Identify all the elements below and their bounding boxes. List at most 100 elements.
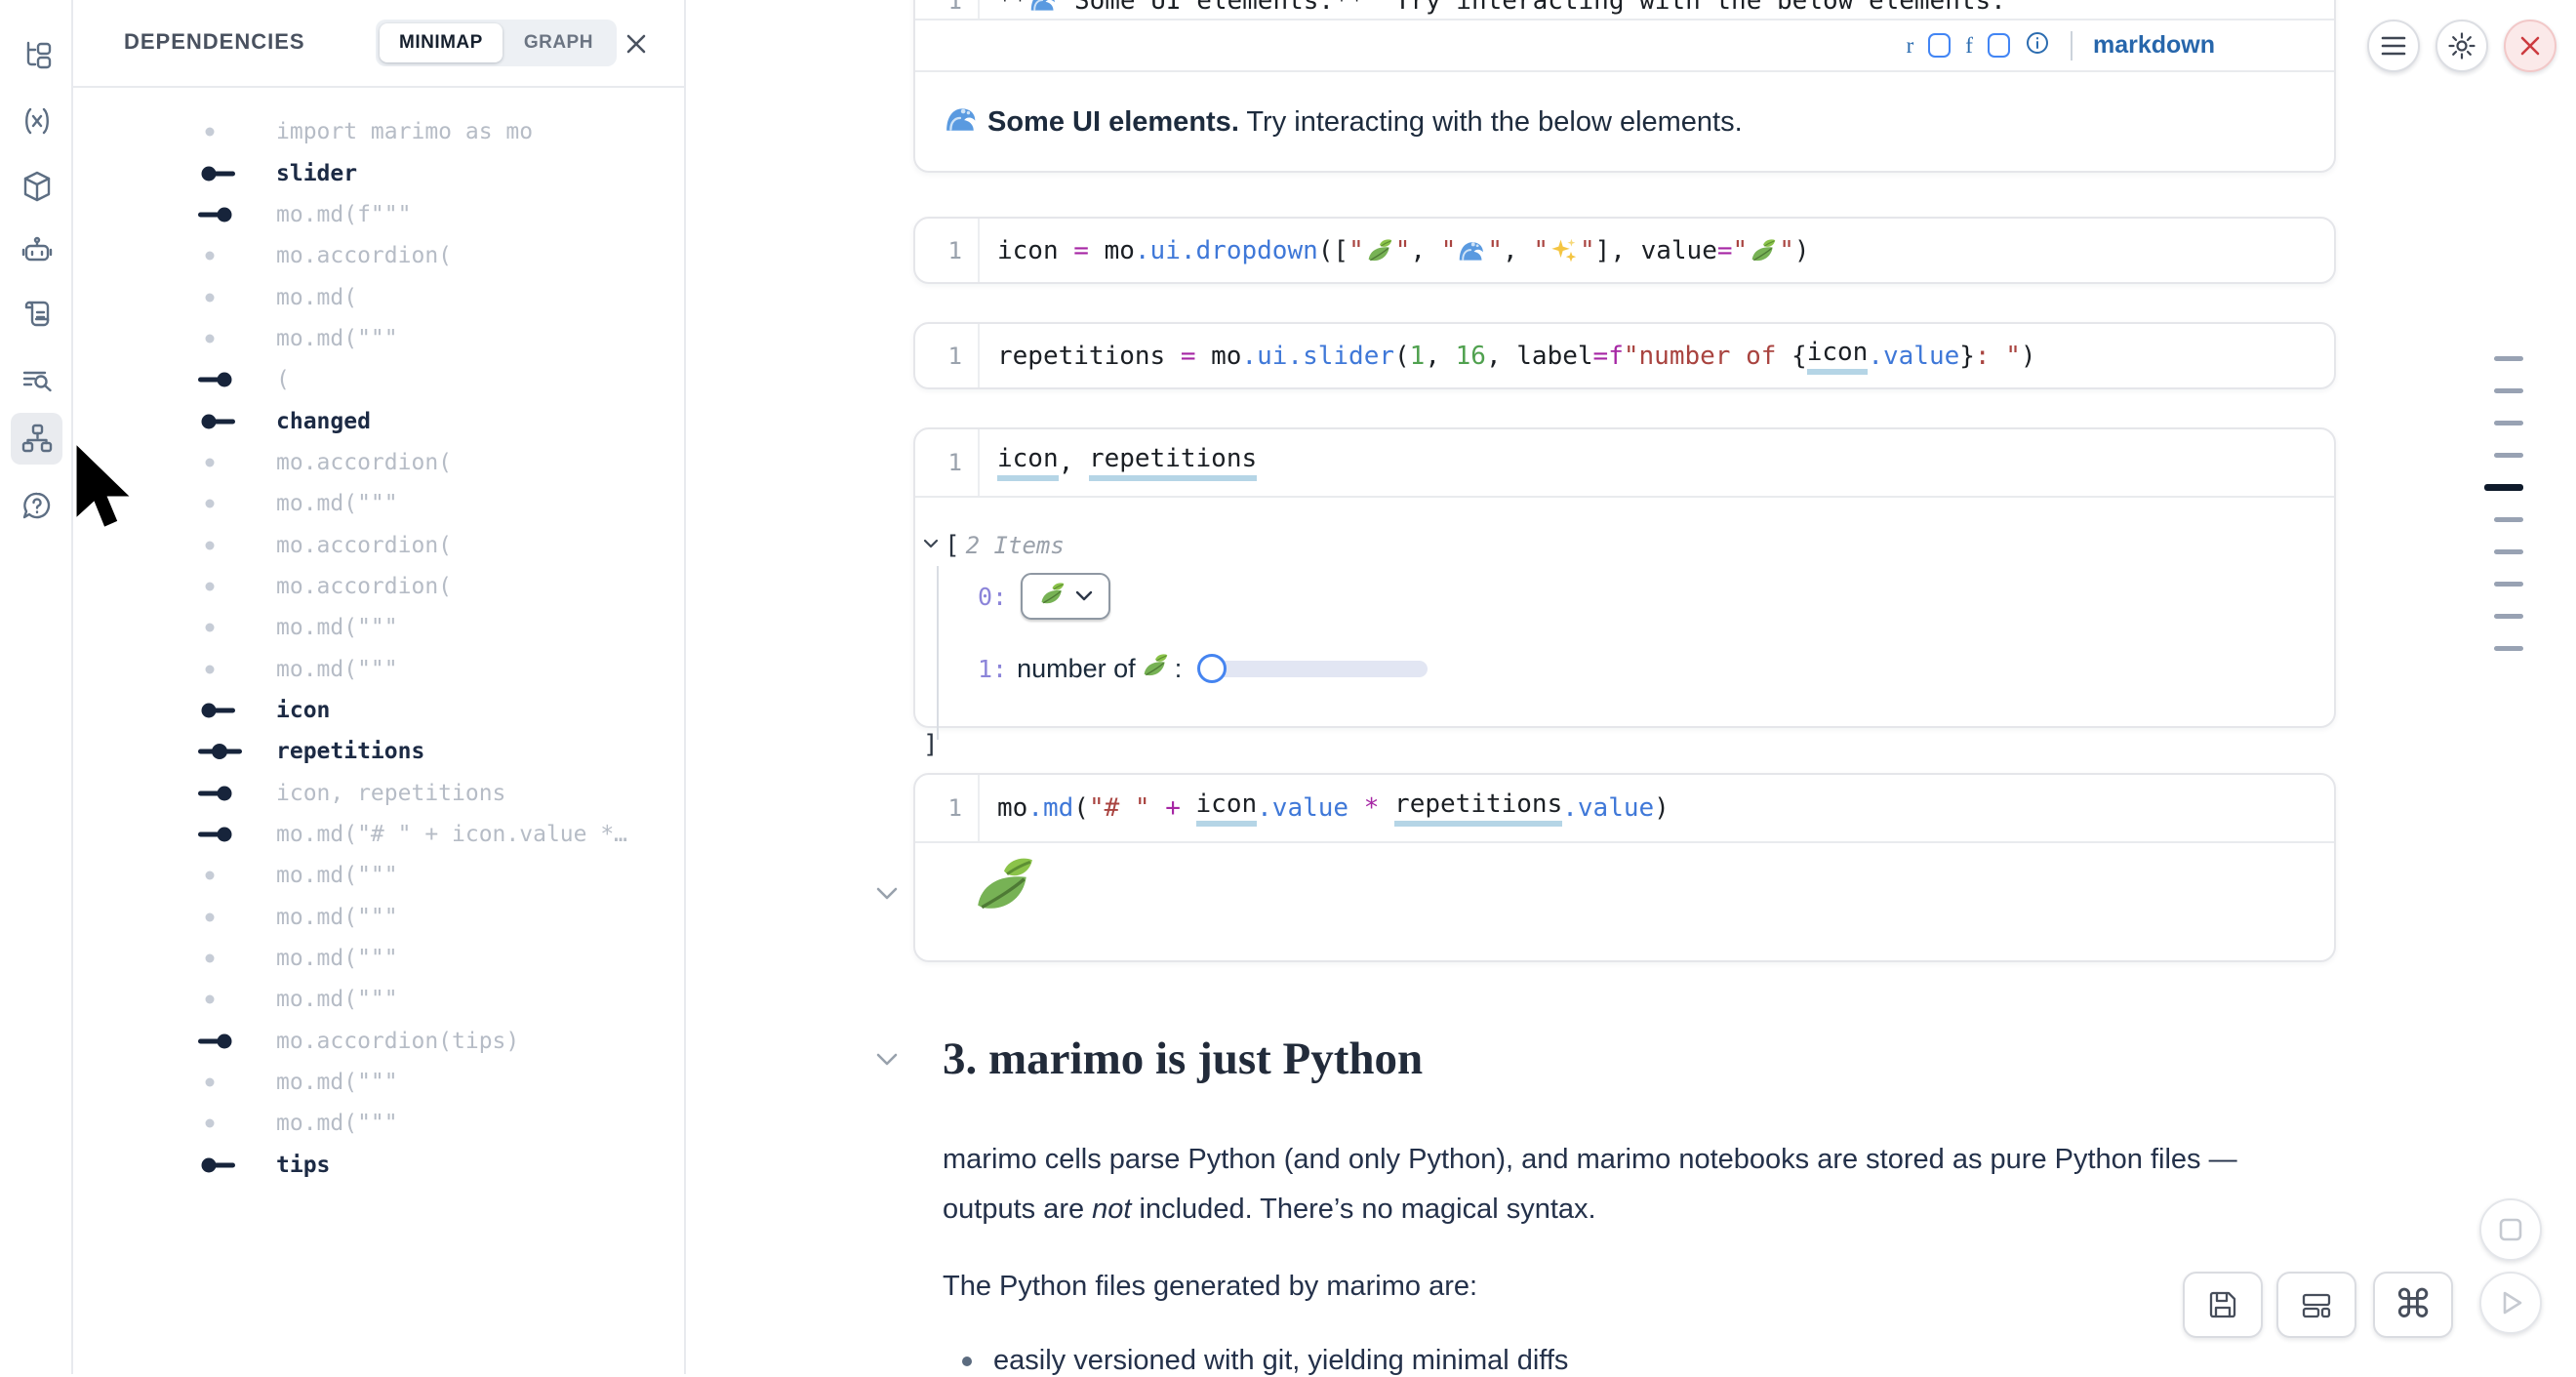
slider-knob[interactable] (1197, 654, 1227, 683)
repetitions-slider[interactable] (1197, 653, 1431, 684)
code-line[interactable]: icon = mo.ui.dropdown([" ", " ", " "], v… (980, 236, 1810, 265)
minimap-item[interactable]: mo.md(f""" (73, 194, 684, 235)
close-panel-button[interactable] (622, 29, 651, 59)
scroll-bar[interactable] (2494, 549, 2523, 554)
output-text: Try interacting with the below elements. (1239, 106, 1743, 138)
save-button[interactable] (2183, 1272, 2263, 1338)
collapse-chevron-icon[interactable] (923, 537, 939, 554)
minimap-item[interactable]: tips (73, 1145, 684, 1186)
minimap-item[interactable]: mo.md(""" (73, 318, 684, 359)
snippets-search-icon[interactable] (11, 353, 62, 405)
variables-icon[interactable] (11, 95, 62, 146)
info-icon[interactable] (2025, 30, 2050, 61)
minimap-item[interactable]: mo.md(""" (73, 979, 684, 1020)
view-switcher: MINIMAP GRAPH (376, 20, 617, 66)
icon-dropdown-select[interactable] (1021, 573, 1110, 620)
code-cell-repetitions-slider[interactable]: 1 repetitions = mo.ui.slider(1, 16, labe… (913, 322, 2336, 389)
help-icon[interactable] (11, 480, 62, 532)
minimap-item[interactable]: repetitions (73, 731, 684, 772)
scroll-bar-current[interactable] (2484, 484, 2523, 491)
tree-key-1: 1: (978, 655, 1007, 683)
minimap-item[interactable]: mo.md(""" (73, 1103, 684, 1144)
code-line[interactable]: repetitions = mo.ui.slider(1, 16, label=… (980, 338, 2036, 375)
left-icon-rail (0, 0, 73, 1374)
markdown-cell-editor[interactable]: 1 ** Some UI elements.** Try interacting… (915, 0, 2334, 19)
scroll-bar[interactable] (2494, 614, 2523, 619)
scroll-bar[interactable] (2494, 646, 2523, 651)
minimap-item[interactable]: mo.accordion( (73, 566, 684, 607)
file-tree-icon[interactable] (11, 29, 62, 81)
logs-scroll-icon[interactable] (11, 289, 62, 341)
code-cell-tuple[interactable]: 1 icon, repetitions [ 2 Items 0: (913, 427, 2336, 728)
minimap-item[interactable]: mo.md(""" (73, 607, 684, 648)
bullet-dot (962, 1357, 972, 1366)
command-icon: ⌘ (2394, 1282, 2433, 1327)
scroll-bar[interactable] (2494, 388, 2523, 393)
stop-icon (2496, 1215, 2525, 1244)
f-checkbox[interactable] (1988, 33, 2010, 58)
markdown-cell[interactable]: 1 ** Some UI elements.** Try interacting… (913, 0, 2336, 173)
line-number: 1 (915, 429, 980, 496)
leaf-emoji (1039, 581, 1066, 612)
package-icon[interactable] (11, 160, 62, 212)
tab-minimap[interactable]: MINIMAP (380, 23, 503, 62)
panel-title: DEPENDENCIES (124, 29, 305, 55)
ai-robot-icon[interactable] (11, 224, 62, 276)
stop-button[interactable] (2479, 1198, 2542, 1261)
line-number: 1 (915, 0, 980, 19)
layout-view-button[interactable] (2276, 1272, 2356, 1338)
markdown-cell-output: Some UI elements. Try interacting with t… (915, 72, 2334, 173)
dependencies-icon[interactable] (11, 413, 62, 465)
tree-guide-line (937, 566, 939, 740)
minimap-item[interactable]: icon (73, 690, 684, 731)
cell-collapse-chevron-icon[interactable] (875, 886, 901, 902)
tree-row-0: 0: (978, 566, 1110, 627)
scroll-bar[interactable] (2494, 356, 2523, 361)
cell-footer-toolbar: r f markdown (915, 20, 2334, 70)
scroll-bar[interactable] (2494, 453, 2523, 458)
run-button[interactable] (2479, 1272, 2542, 1334)
minimap-item[interactable]: changed (73, 400, 684, 441)
minimap-item[interactable]: icon, repetitions (73, 773, 684, 814)
line-number: 1 (915, 219, 980, 282)
minimap-item[interactable]: mo.md(""" (73, 1062, 684, 1103)
dependencies-panel: DEPENDENCIES MINIMAP GRAPH import marimo… (73, 0, 686, 1374)
slider-track[interactable] (1207, 661, 1428, 677)
tree-output: [ 2 Items 0: 1: number of (915, 496, 2334, 726)
leaf-emoji (972, 905, 1036, 921)
menu-button[interactable] (2367, 20, 2420, 72)
code-cell-md-output[interactable]: 1 mo.md("# " + icon.value * repetitions.… (913, 773, 2336, 962)
code-cell-icon-dropdown[interactable]: 1 icon = mo.ui.dropdown([" ", " ", " "],… (913, 217, 2336, 284)
keyboard-shortcuts-button[interactable]: ⌘ (2373, 1272, 2453, 1338)
code-line[interactable]: mo.md("# " + icon.value * repetitions.va… (980, 790, 1670, 827)
minimap-item[interactable]: ( (73, 359, 684, 400)
scroll-bar[interactable] (2494, 421, 2523, 425)
minimap-item[interactable]: mo.md( (73, 276, 684, 317)
section-collapse-chevron-icon[interactable] (875, 1052, 901, 1068)
section-heading: 3. marimo is just Python (943, 1033, 1423, 1085)
minimap-item[interactable]: mo.md(""" (73, 855, 684, 896)
r-shortcut-label: r (1907, 33, 1914, 59)
minimap-item[interactable]: mo.md(""" (73, 897, 684, 938)
settings-gear-button[interactable] (2435, 20, 2488, 72)
minimap-item[interactable]: mo.md(""" (73, 938, 684, 979)
r-checkbox[interactable] (1928, 33, 1951, 58)
line-number: 1 (915, 324, 980, 387)
minimap-item[interactable]: mo.md(""" (73, 648, 684, 689)
code-line[interactable]: ** Some UI elements.** Try interacting w… (980, 0, 2006, 16)
scroll-bar[interactable] (2494, 582, 2523, 587)
tab-graph[interactable]: GRAPH (504, 23, 613, 62)
line-number: 1 (915, 775, 980, 841)
scroll-bar[interactable] (2494, 517, 2523, 522)
output-bold-text: Some UI elements. (987, 106, 1239, 138)
minimap-item[interactable]: mo.md("# " + icon.value *… (73, 814, 684, 855)
minimap-item[interactable]: slider (73, 152, 684, 193)
wave-emoji (945, 102, 978, 143)
minimap-item[interactable]: mo.accordion( (73, 235, 684, 276)
code-line[interactable]: icon, repetitions (980, 444, 1257, 481)
minimap-item[interactable]: mo.accordion(tips) (73, 1021, 684, 1062)
heading-output (972, 853, 1036, 922)
language-label[interactable]: markdown (2093, 31, 2215, 60)
shutdown-close-button[interactable] (2504, 20, 2556, 72)
minimap-item[interactable]: import marimo as mo (73, 111, 684, 152)
